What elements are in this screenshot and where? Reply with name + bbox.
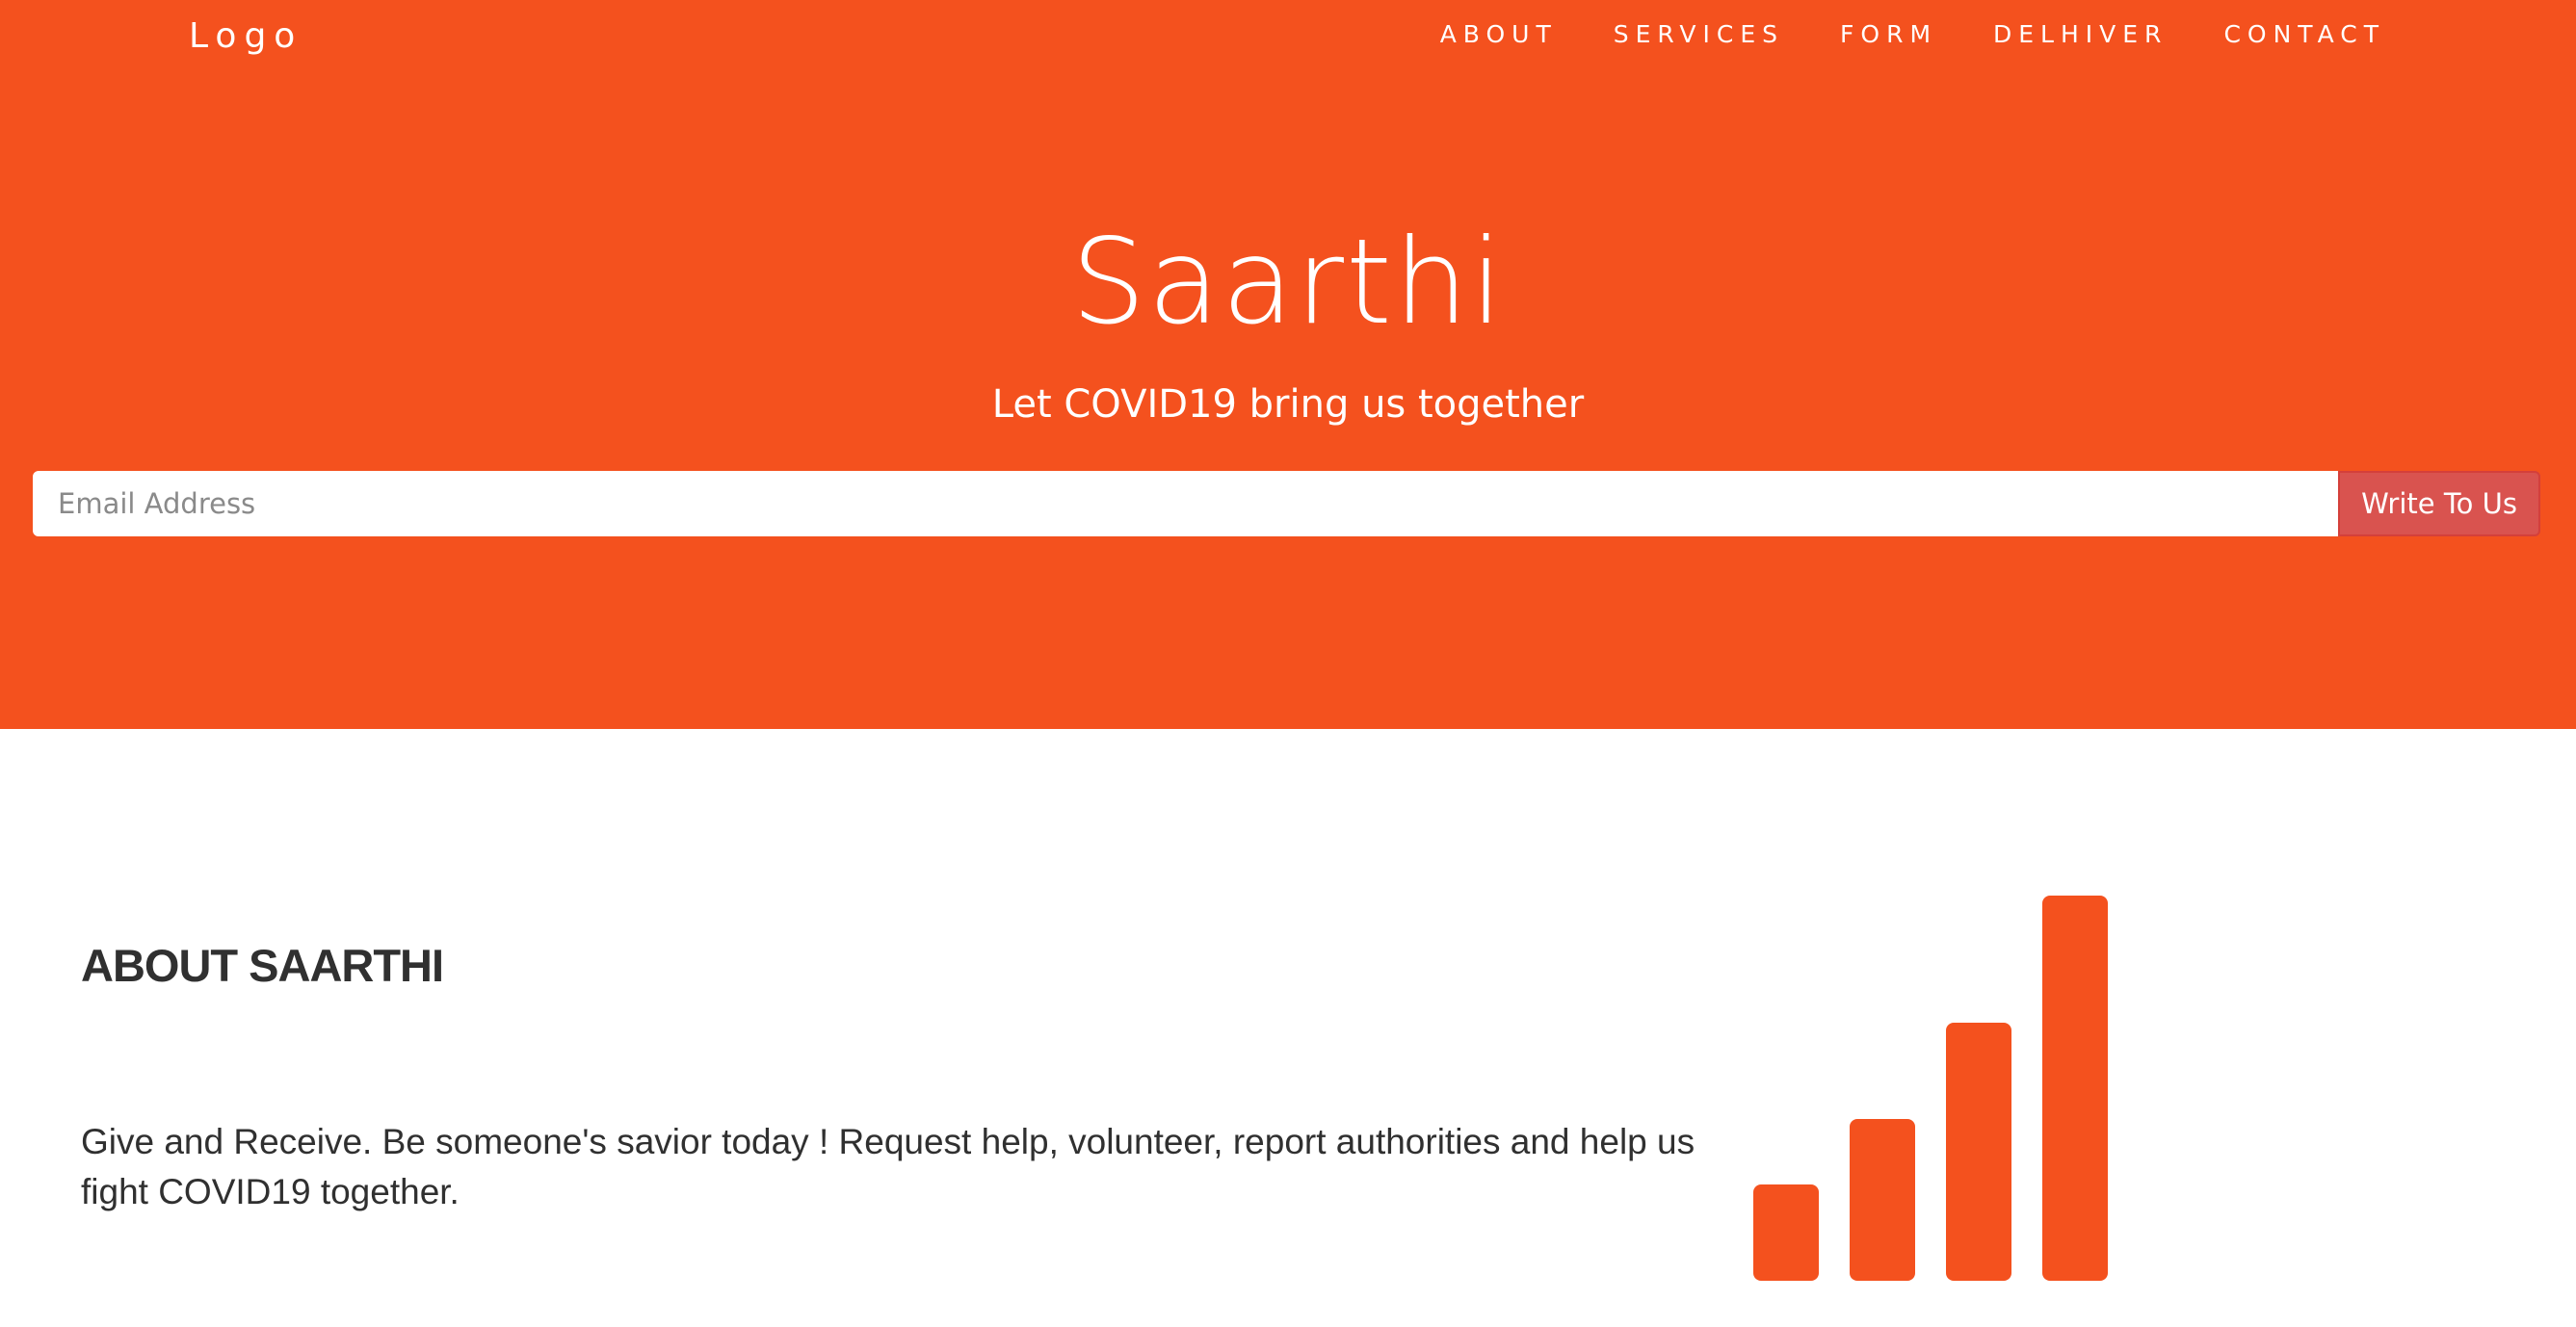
hero-section: Logo ABOUT SERVICES FORM DELHIVER CONTAC… — [0, 0, 2576, 729]
signal-bar — [2042, 896, 2108, 1281]
nav-form[interactable]: FORM — [1840, 19, 1937, 50]
email-input[interactable] — [33, 471, 2339, 536]
navbar: ABOUT SERVICES FORM DELHIVER CONTACT — [1384, 19, 2385, 50]
signal-bar — [1946, 1023, 2011, 1281]
nav-delhiver[interactable]: DELHIVER — [1993, 19, 2168, 50]
signal-bar — [1753, 1184, 1819, 1281]
nav-contact[interactable]: CONTACT — [2223, 19, 2385, 50]
nav-services[interactable]: SERVICES — [1614, 19, 1784, 50]
about-heading: ABOUT SAARTHI — [81, 940, 444, 991]
about-description: Give and Receive. Be someone's savior to… — [81, 1122, 1695, 1211]
page-title: Saarthi — [1070, 214, 1506, 351]
write-to-us-button[interactable]: Write To Us — [2338, 471, 2540, 536]
signal-bar — [1850, 1119, 1915, 1281]
logo-link[interactable]: Logo — [189, 13, 302, 60]
signal-bars-icon — [1753, 896, 2139, 1281]
hero-subtitle: Let COVID19 bring us together — [991, 382, 1585, 427]
nav-about[interactable]: ABOUT — [1440, 19, 1558, 50]
